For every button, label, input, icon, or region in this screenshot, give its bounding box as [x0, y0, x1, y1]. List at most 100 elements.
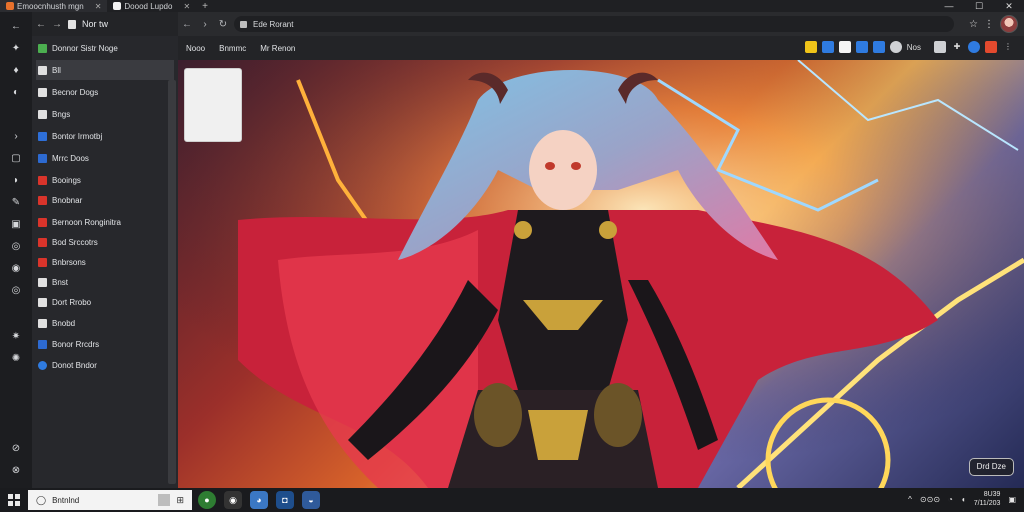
close-icon[interactable]: ✕: [994, 0, 1024, 12]
tab-active[interactable]: Emoocnhusth mgn ✕: [0, 0, 108, 12]
clock[interactable]: 8U39 7/11/203: [974, 490, 1001, 508]
app-circle-icon[interactable]: ◉: [224, 491, 242, 509]
windows-logo-icon: [8, 494, 20, 506]
extension-blue-icon[interactable]: [821, 41, 834, 53]
tray-icons[interactable]: ⊙⊙⊙: [920, 495, 940, 504]
list-item[interactable]: Donnor Sistr Noge: [36, 38, 174, 58]
bookmark-item[interactable]: Bnmmc: [219, 44, 246, 53]
maximize-icon[interactable]: ☐: [964, 0, 994, 12]
browser-app-icon[interactable]: ◕: [250, 491, 268, 509]
circle-icon[interactable]: ◎: [9, 284, 23, 298]
browser-app-icon[interactable]: ◘: [276, 491, 294, 509]
extension-yellow-icon[interactable]: [804, 41, 817, 53]
corner-badge[interactable]: Drd Dze: [968, 458, 1014, 476]
list-item[interactable]: Bnst: [36, 272, 174, 292]
gallery-icon[interactable]: ▣: [9, 218, 23, 232]
pencil-icon[interactable]: ✎: [9, 196, 23, 210]
tab-label: Emoocnhusth mgn: [17, 1, 84, 11]
tab-secondary[interactable]: Doood Lupdo ✕: [107, 0, 196, 12]
list-item[interactable]: Bontor Irmotbj: [36, 126, 174, 146]
chevron-up-icon[interactable]: ^: [908, 495, 912, 504]
side-panel: Donnor Sistr Noge Bll Becnor Dogs Bngs B…: [32, 36, 178, 488]
taskbar-search[interactable]: ◯ Bntnlnd ⊞: [28, 490, 192, 510]
account-icon[interactable]: ⊗: [9, 464, 23, 478]
profile-avatar-icon[interactable]: [1000, 15, 1018, 33]
list-item-label: Donnor Sistr Noge: [52, 43, 118, 53]
start-button[interactable]: [0, 494, 28, 506]
page-content: Drd Dze: [178, 60, 1024, 488]
forward-arrow-icon[interactable]: ›: [196, 19, 214, 30]
reader-icon[interactable]: ◗: [9, 174, 23, 188]
page-thumbnail[interactable]: [184, 68, 242, 142]
back-arrow-icon[interactable]: ←: [36, 19, 46, 30]
extension-doc-icon[interactable]: [838, 41, 851, 53]
blue-app-icon: [38, 131, 47, 141]
list-item[interactable]: Bonor Rrcdrs: [36, 334, 174, 354]
list-item-label: Bnobd: [52, 318, 76, 328]
list-item-label: Bngs: [52, 109, 71, 119]
list-item[interactable]: Dort Rrobo: [36, 292, 174, 312]
bookmark-item[interactable]: Mr Renon: [260, 44, 295, 53]
tool-icon[interactable]: ✦: [9, 42, 23, 56]
belt-buckle: [528, 410, 588, 460]
notification-icon[interactable]: ▣: [1008, 495, 1016, 504]
square-icon[interactable]: ▢: [9, 152, 23, 166]
tab-close-icon[interactable]: ✕: [95, 2, 102, 11]
gear-icon[interactable]: ✷: [9, 330, 23, 344]
list-item[interactable]: Bernoon Ronginitra: [36, 212, 174, 232]
app-blue-icon[interactable]: ◒: [302, 491, 320, 509]
volume-icon[interactable]: ◖: [961, 495, 966, 504]
settings-icon[interactable]: ✺: [9, 352, 23, 366]
list-item[interactable]: Bll: [36, 60, 174, 80]
list-item-label: Bernoon Ronginitra: [52, 217, 121, 227]
wifi-icon[interactable]: ◔: [948, 495, 953, 504]
chat-icon[interactable]: [934, 41, 946, 53]
bookmark-icon[interactable]: ♦: [9, 64, 23, 78]
help-icon[interactable]: ⊘: [9, 442, 23, 456]
list-item[interactable]: Mrrc Doos: [36, 148, 174, 168]
side-panel-scrollbar[interactable]: [168, 80, 176, 484]
menu-dots-icon[interactable]: ⋮: [1002, 41, 1014, 53]
title-bar: Emoocnhusth mgn ✕ Doood Lupdo ✕ + — ☐ ✕: [0, 0, 1024, 12]
list-item[interactable]: Bnobnar: [36, 190, 174, 210]
menu-dots-icon[interactable]: ⋮: [984, 19, 994, 30]
list-item[interactable]: Becnor Dogs: [36, 82, 174, 102]
history-icon[interactable]: ◐: [9, 86, 23, 100]
extension-circle-icon[interactable]: [889, 41, 902, 53]
app-green-icon[interactable]: ●: [198, 491, 216, 509]
list-item-label: Bnst: [52, 277, 69, 287]
minimize-icon[interactable]: —: [934, 0, 964, 12]
forward-arrow-icon[interactable]: →: [52, 19, 62, 30]
doc-icon: [38, 318, 47, 328]
arrow-right-icon[interactable]: ›: [9, 130, 23, 144]
tab-label: Doood Lupdo: [124, 1, 173, 11]
extension-blue-icon[interactable]: [855, 41, 868, 53]
list-item[interactable]: Bnobd: [36, 313, 174, 333]
list-item[interactable]: Bngs: [36, 104, 174, 124]
address-bar[interactable]: Ede Rorant: [234, 16, 954, 32]
shield-icon[interactable]: ◉: [9, 262, 23, 276]
extension-blue-icon[interactable]: [968, 41, 980, 53]
list-item-label: Mrrc Doos: [52, 153, 89, 163]
doc-icon: [38, 277, 47, 287]
list-item[interactable]: Bod Srccotrs: [36, 232, 174, 252]
armor-clasp: [514, 221, 532, 239]
extension-red-icon[interactable]: [985, 41, 997, 53]
ring-icon[interactable]: ◎: [9, 240, 23, 254]
back-arrow-icon[interactable]: ←: [9, 20, 23, 34]
list-item[interactable]: Booings: [36, 170, 174, 190]
plus-icon[interactable]: +: [196, 1, 214, 12]
tab-close-icon[interactable]: ✕: [183, 2, 190, 11]
star-icon[interactable]: ☆: [969, 19, 978, 30]
window-controls: — ☐ ✕: [934, 0, 1024, 12]
bookmark-item[interactable]: Nooo: [186, 44, 205, 53]
back-arrow-icon[interactable]: ←: [178, 19, 196, 30]
reload-icon[interactable]: ↻: [214, 19, 232, 30]
red-square-icon: [38, 217, 47, 227]
list-item[interactable]: Donot Bndor: [36, 355, 174, 375]
puzzle-icon[interactable]: ✚: [951, 41, 963, 53]
red-square-icon: [38, 257, 47, 267]
list-item[interactable]: Bnbrsons: [36, 252, 174, 272]
red-square-icon: [38, 237, 47, 247]
extension-blue-icon[interactable]: [872, 41, 885, 53]
